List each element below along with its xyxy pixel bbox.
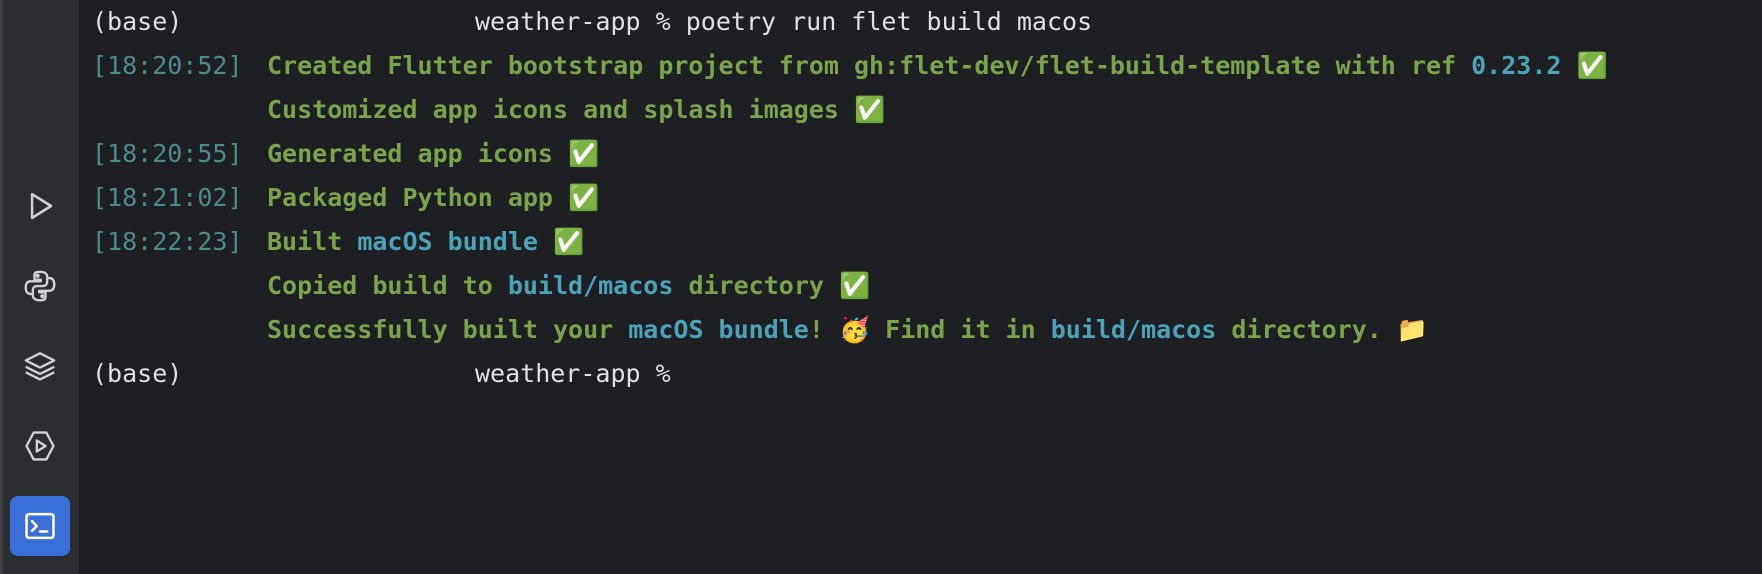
log-text: Generated app icons ✅ [267, 139, 600, 168]
layers-icon [24, 352, 56, 381]
log-text: Built [267, 227, 358, 256]
run-button[interactable] [10, 176, 70, 236]
terminal-icon [25, 512, 55, 540]
log-text: directory. 📁 [1216, 315, 1429, 344]
check-icon: ✅ [537, 227, 585, 256]
path-text: build/macos [1050, 315, 1217, 344]
log-line: [18:20:55] Generated app icons ✅ [92, 132, 599, 176]
timestamp: [18:21:02] [92, 183, 243, 212]
log-line: [18:22:23] Built macOS bundle ✅ [92, 220, 584, 264]
log-text: directory ✅ [673, 271, 871, 300]
log-text: Copied build to [267, 271, 508, 300]
sidebar-edge [0, 0, 3, 574]
highlight-text: macOS bundle [628, 315, 809, 344]
ide-window: (base) weather-app % poetry run flet buil… [0, 0, 1762, 574]
services-button[interactable] [10, 336, 70, 396]
log-line: Customized app icons and splash images ✅ [92, 88, 885, 132]
tool-window-sidebar [0, 0, 80, 574]
prompt-dir: weather-app % [475, 7, 671, 36]
path-text: build/macos [507, 271, 674, 300]
timestamp: [18:20:52] [92, 51, 243, 80]
command-text: poetry run flet build macos [685, 7, 1093, 36]
log-text: Customized app icons and splash images ✅ [267, 95, 886, 124]
timestamp: [18:22:23] [92, 227, 243, 256]
prompt-env: (base) [92, 359, 183, 388]
log-text: Successfully built your [267, 315, 629, 344]
log-text: Created Flutter bootstrap project from g… [267, 51, 1472, 80]
version-text: 0.23.2 [1471, 51, 1562, 80]
timestamp: [18:20:55] [92, 139, 243, 168]
services-run-icon [25, 431, 55, 461]
prompt-line: (base) weather-app % poetry run flet buil… [92, 0, 1092, 44]
prompt-dir: weather-app % [475, 359, 671, 388]
highlight-text: macOS bundle [357, 227, 538, 256]
services-run-button[interactable] [10, 416, 70, 476]
log-line: Successfully built your macOS bundle! 🥳 … [92, 308, 1428, 352]
prompt-line: (base) weather-app % [92, 352, 671, 396]
python-console-button[interactable] [10, 256, 70, 316]
prompt-env: (base) [92, 7, 183, 36]
terminal-button[interactable] [10, 496, 70, 556]
log-text: Packaged Python app ✅ [267, 183, 600, 212]
log-line: Copied build to build/macos directory ✅ [92, 264, 870, 308]
check-icon: ✅ [1561, 51, 1608, 80]
log-text: ! 🥳 Find it in [808, 315, 1051, 344]
python-icon [24, 270, 56, 302]
log-line: [18:20:52] Created Flutter bootstrap proj… [92, 44, 1608, 88]
run-icon [30, 192, 53, 220]
terminal-output[interactable]: (base) weather-app % poetry run flet buil… [80, 0, 1762, 574]
log-line: [18:21:02] Packaged Python app ✅ [92, 176, 599, 220]
